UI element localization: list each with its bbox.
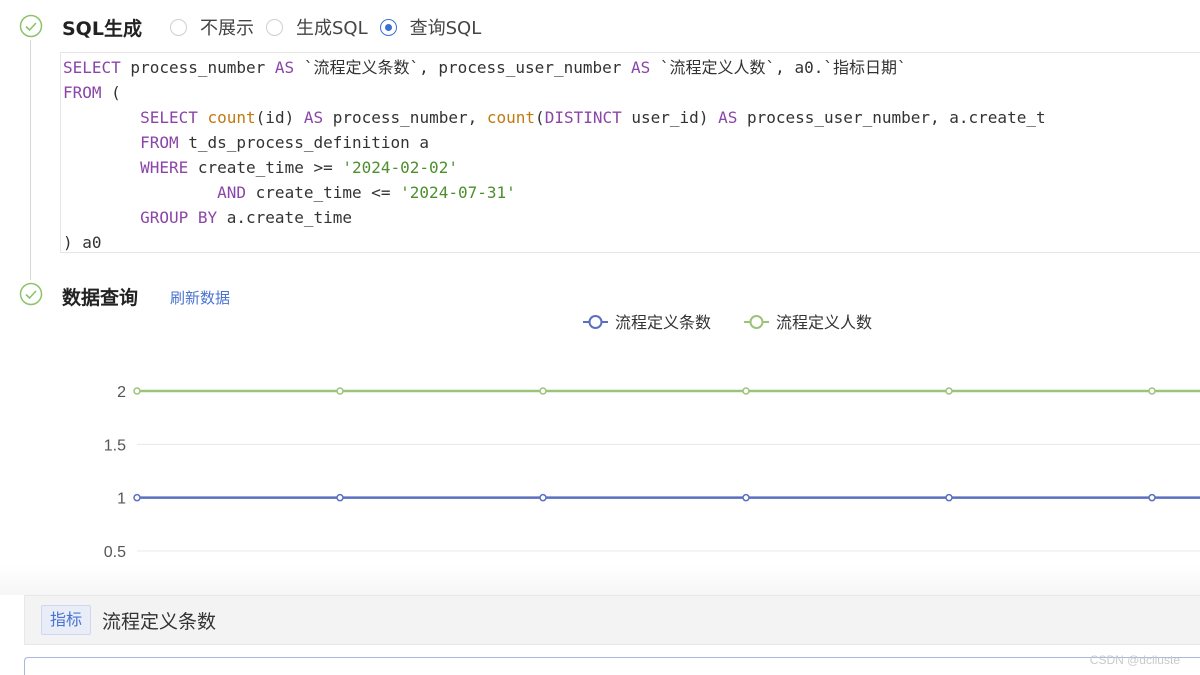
- sql-token: AND: [217, 183, 247, 202]
- sql-token: t_ds_process_definition a: [178, 133, 430, 152]
- sql-token: a.create_time: [217, 208, 352, 227]
- sql-token: DISTINCT: [544, 108, 622, 127]
- data-point[interactable]: [133, 493, 141, 502]
- y-tick-label: 1: [117, 491, 126, 508]
- sql-token: create_time >=: [188, 158, 343, 177]
- metric-name: 流程定义条数: [102, 611, 217, 633]
- data-point[interactable]: [539, 387, 547, 395]
- data-point[interactable]: [742, 493, 750, 502]
- radio-generate-sql-label: 生成SQL: [296, 18, 368, 39]
- watermark: CSDN @dclluste: [1089, 653, 1180, 667]
- sql-token: GROUP BY: [140, 208, 218, 227]
- radio-query-sql-label: 查询SQL: [409, 18, 482, 39]
- radio-hide[interactable]: 不展示: [170, 14, 254, 40]
- sql-token: count: [486, 108, 536, 127]
- legend-label: 流程定义人数: [776, 313, 872, 332]
- sql-token: user_id): [621, 108, 719, 127]
- sql-token: AS: [631, 58, 651, 77]
- data-point[interactable]: [133, 387, 141, 395]
- sql-token: process_number: [120, 58, 275, 77]
- radio-query-sql-circle[interactable]: [379, 18, 397, 36]
- legend-marker: [588, 315, 603, 329]
- data-point[interactable]: [1148, 493, 1156, 502]
- sql-token: AS: [274, 58, 295, 77]
- sql-token: AS: [303, 108, 324, 127]
- chart-grid: [137, 390, 1200, 552]
- sql-token: create_time <=: [246, 183, 401, 202]
- legend-label: 流程定义条数: [615, 313, 711, 332]
- data-point[interactable]: [945, 387, 953, 395]
- sql-line: AND create_time <= '2024-07-31': [63, 180, 1200, 205]
- sql-line: FROM (: [63, 80, 1200, 105]
- sql-line: ) a0: [63, 230, 1200, 252]
- chart-legend: 流程定义条数 流程定义人数: [583, 313, 872, 332]
- legend-marker: [749, 315, 764, 329]
- metric-bar: 指标 流程定义条数: [24, 595, 1200, 645]
- data-point[interactable]: [742, 387, 750, 395]
- line-chart: 流程定义条数 流程定义人数 2 1.5 1 0.5: [104, 313, 1200, 561]
- sql-token: FROM: [63, 83, 102, 102]
- sql-token: '2024-07-31': [400, 183, 516, 202]
- sql-token: AS: [718, 108, 738, 127]
- sql-token: `流程定义人数`, a0.`指标日期`: [650, 58, 907, 77]
- y-tick-label: 1.5: [104, 437, 126, 454]
- data-point[interactable]: [336, 387, 344, 395]
- sql-line: SELECT process_number AS `流程定义条数`, proce…: [63, 55, 1200, 80]
- sql-token: process_number,: [323, 108, 487, 127]
- sql-token: count: [207, 108, 256, 127]
- bottom-input-box[interactable]: [24, 657, 1200, 675]
- sql-token: ) a0: [63, 233, 102, 252]
- y-tick-label: 2: [117, 384, 126, 401]
- sql-token: process_user_number, a.create_t: [737, 108, 1046, 127]
- step-complete-check-icon: [19, 14, 43, 38]
- sql-token: FROM: [140, 133, 179, 152]
- legend-item[interactable]: 流程定义条数: [583, 313, 711, 332]
- data-point[interactable]: [336, 493, 344, 502]
- sql-line: SELECT count(id) AS process_number, coun…: [63, 105, 1200, 130]
- sql-token: (: [101, 83, 121, 102]
- sql-step-title: SQL生成: [62, 18, 142, 40]
- sql-token: (: [535, 108, 545, 127]
- sql-token: '2024-02-02': [342, 158, 458, 177]
- y-axis-ticks: 2 1.5 1 0.5: [104, 384, 126, 561]
- data-point[interactable]: [539, 493, 547, 502]
- data-point[interactable]: [945, 493, 953, 502]
- data-point[interactable]: [1148, 387, 1156, 395]
- series-line: [133, 387, 1200, 395]
- sql-token: WHERE: [140, 158, 189, 177]
- sql-token: SELECT: [140, 108, 198, 127]
- sql-line: FROM t_ds_process_definition a: [63, 130, 1200, 155]
- metric-tag: 指标: [41, 605, 92, 635]
- radio-query-sql[interactable]: 查询SQL: [379, 14, 482, 40]
- sql-token: (id): [255, 108, 304, 127]
- radio-generate-sql[interactable]: 生成SQL: [266, 14, 368, 40]
- sql-code: SELECT process_number AS `流程定义条数`, proce…: [61, 53, 1200, 252]
- y-tick-label: 0.5: [104, 544, 126, 561]
- sql-code-box: SELECT process_number AS `流程定义条数`, proce…: [60, 52, 1200, 253]
- sql-display-radio-group: 不展示 生成SQL 查询SQL: [170, 14, 493, 40]
- legend-item[interactable]: 流程定义人数: [744, 313, 872, 332]
- sql-token: `流程定义条数`, process_user_number: [294, 58, 632, 77]
- chart-fade: [0, 565, 1200, 595]
- radio-hide-circle[interactable]: [170, 18, 187, 36]
- sql-token: SELECT: [63, 58, 121, 77]
- radio-generate-sql-circle[interactable]: [266, 18, 283, 36]
- sql-line: GROUP BY a.create_time: [63, 205, 1200, 230]
- series-line: [133, 493, 1200, 502]
- sql-line: WHERE create_time >= '2024-02-02': [63, 155, 1200, 180]
- radio-hide-label: 不展示: [200, 18, 254, 39]
- timeline-connector: [30, 40, 31, 280]
